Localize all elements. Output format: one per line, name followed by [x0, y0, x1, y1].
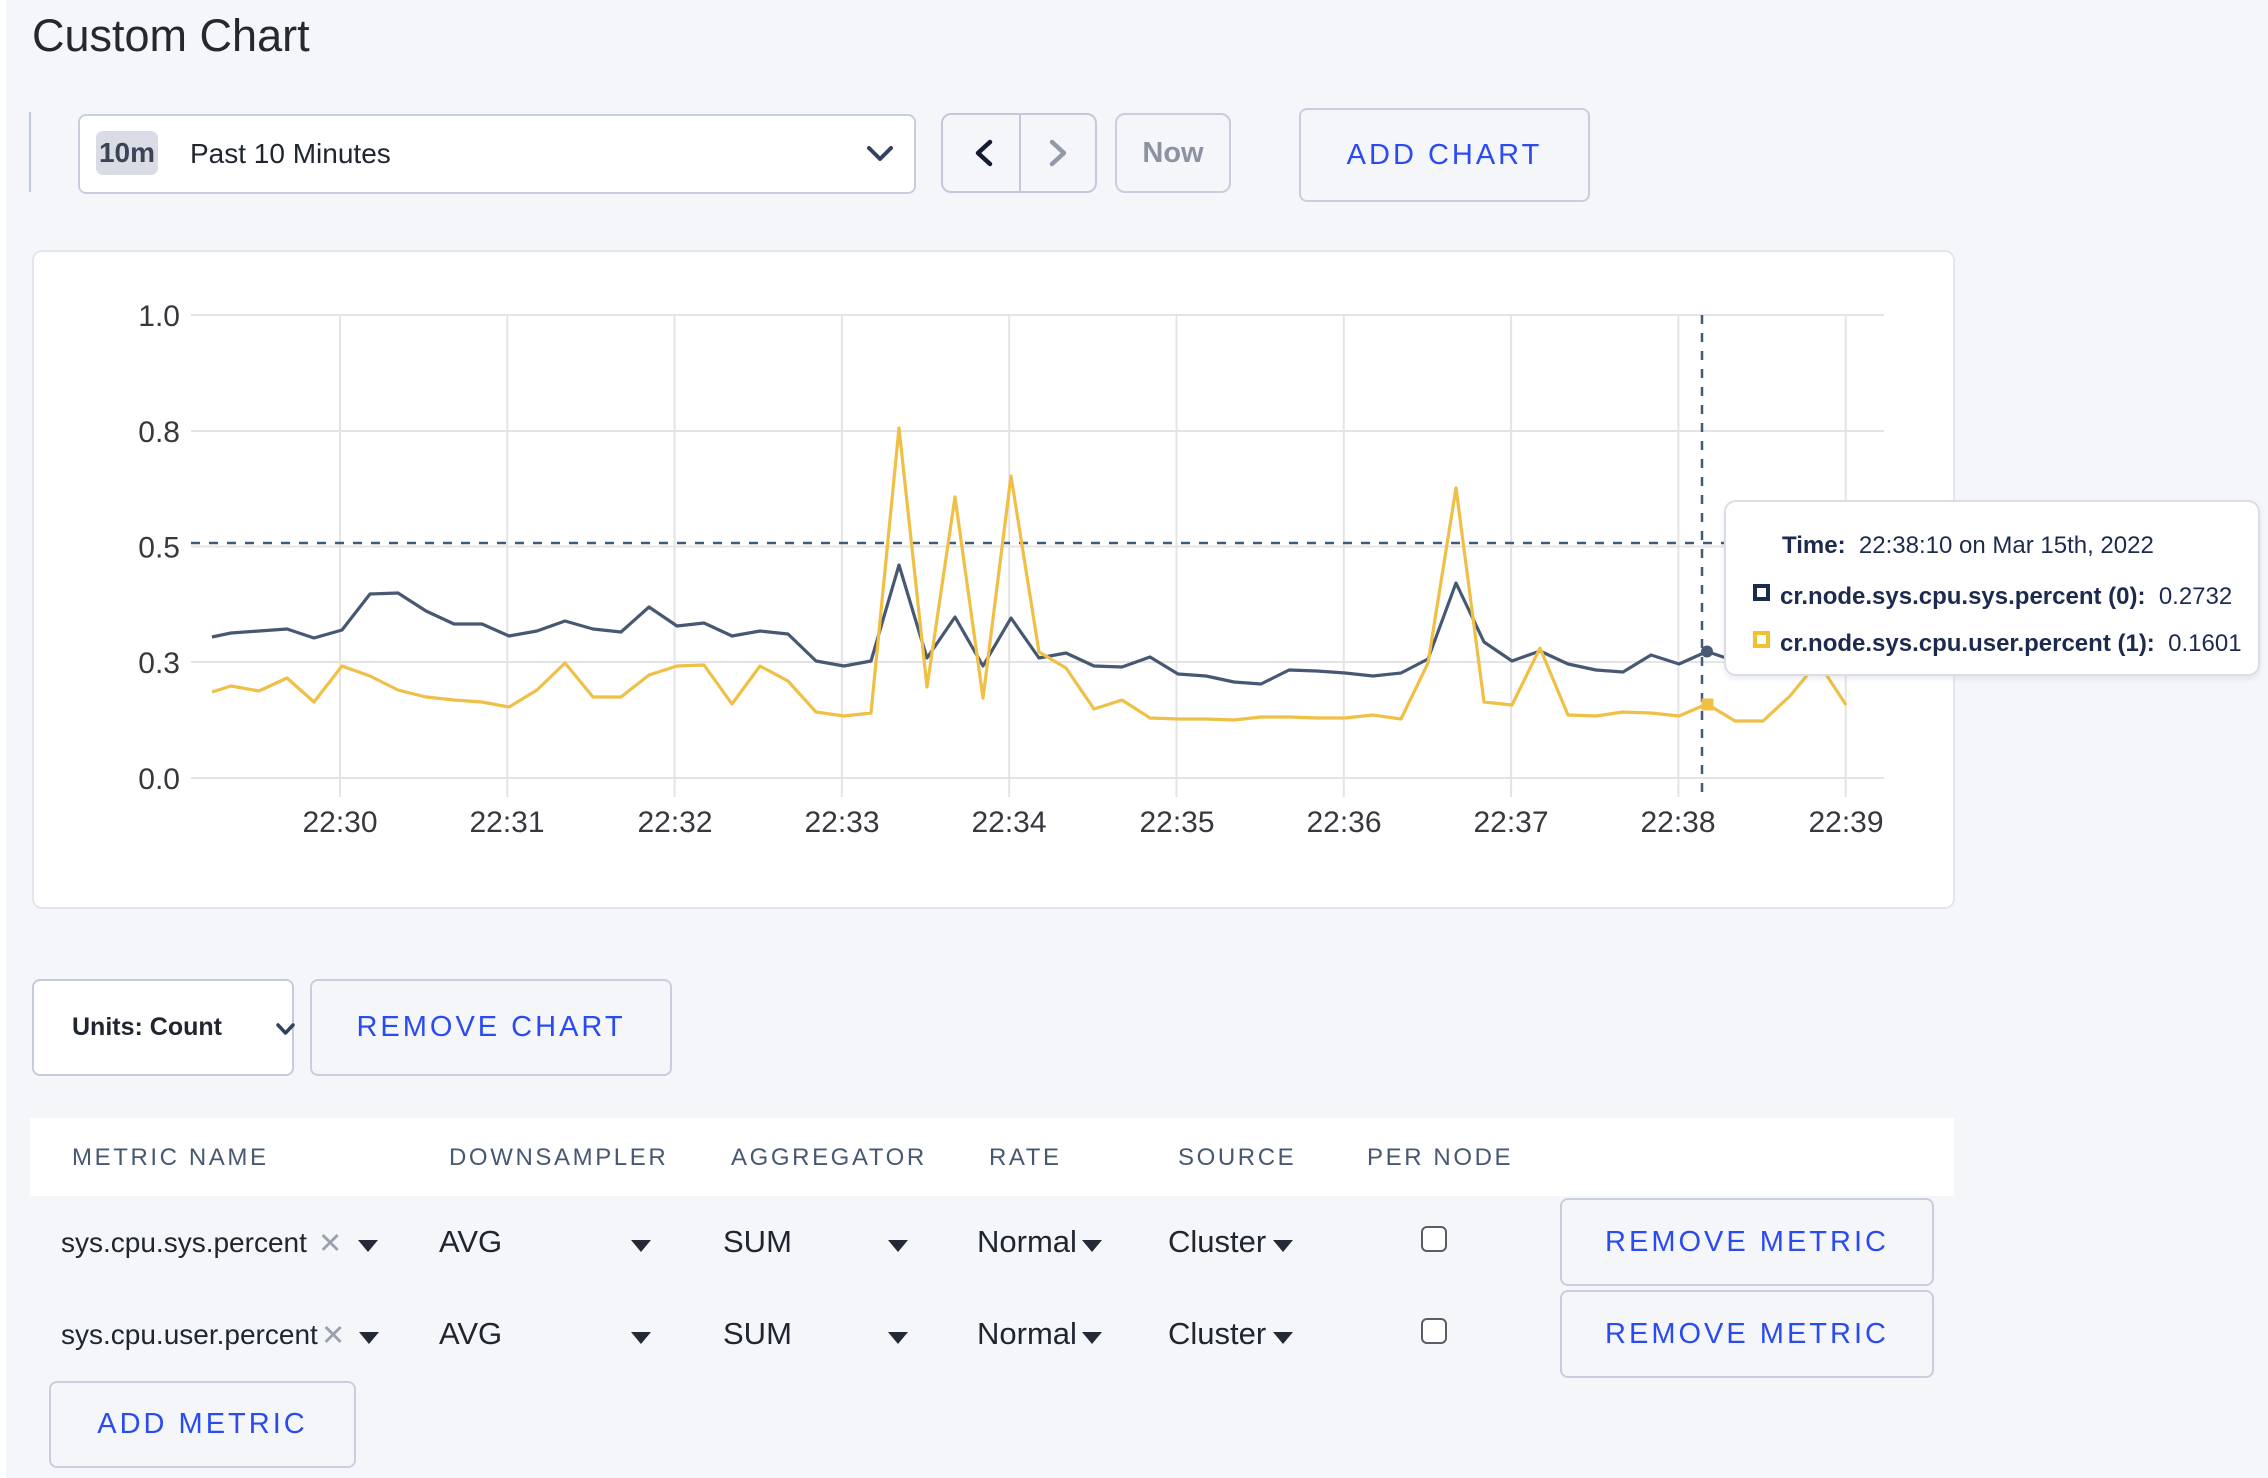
- svg-text:22:30: 22:30: [302, 806, 377, 839]
- svg-text:22:39: 22:39: [1808, 806, 1883, 839]
- svg-text:22:33: 22:33: [804, 806, 879, 839]
- svg-text:0.8: 0.8: [138, 416, 180, 449]
- svg-text:22:38: 22:38: [1640, 806, 1715, 839]
- svg-text:22:36: 22:36: [1306, 806, 1381, 839]
- svg-text:22:31: 22:31: [469, 806, 544, 839]
- svg-text:22:37: 22:37: [1473, 806, 1548, 839]
- svg-text:1.0: 1.0: [138, 300, 180, 333]
- svg-text:0.3: 0.3: [138, 647, 180, 680]
- svg-text:0.0: 0.0: [138, 763, 180, 796]
- svg-text:22:34: 22:34: [971, 806, 1046, 839]
- svg-text:22:35: 22:35: [1139, 806, 1214, 839]
- svg-text:0.5: 0.5: [138, 532, 180, 565]
- svg-text:22:32: 22:32: [637, 806, 712, 839]
